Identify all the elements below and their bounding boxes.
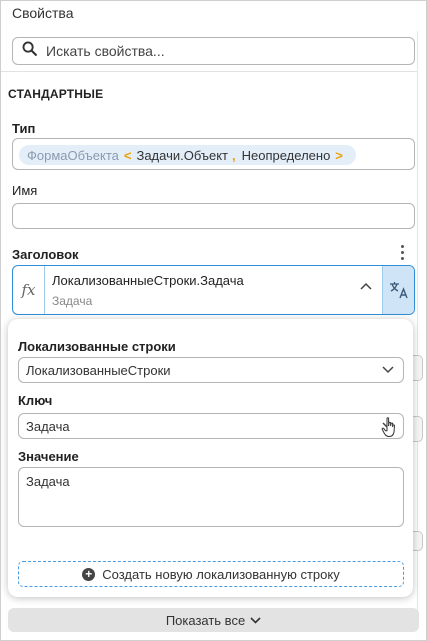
search-icon (21, 40, 38, 62)
section-title-standard: СТАНДАРТНЫЕ (8, 87, 104, 101)
name-field[interactable] (12, 203, 415, 229)
caption-expression: ЛокализованныеСтроки.Задача (52, 273, 244, 288)
caption-label: Заголовок (12, 247, 79, 262)
panel-title: Свойства (12, 5, 74, 21)
localized-strings-value: ЛокализованныеСтроки (26, 363, 171, 378)
background-field-edge (413, 531, 423, 551)
search-placeholder: Искать свойства... (46, 43, 165, 59)
key-select[interactable]: Задача (18, 413, 404, 439)
chip-bracket-open: < (123, 147, 132, 163)
localized-string-popup: Локализованные строки ЛокализованныеСтро… (8, 319, 413, 597)
key-label: Ключ (18, 393, 53, 408)
type-chip-arg1: Задачи.Объект (136, 147, 228, 163)
caption-field[interactable]: fx ЛокализованныеСтроки.Задача Задача (12, 265, 415, 315)
show-all-label: Показать все (165, 612, 246, 628)
create-button-label: Создать новую локализованную строку (102, 566, 340, 582)
show-all-button[interactable]: Показать все (8, 608, 419, 632)
translate-icon[interactable] (382, 266, 414, 314)
chevron-down-icon (382, 366, 394, 374)
hand-cursor-icon (381, 417, 395, 438)
chevron-up-icon[interactable] (360, 280, 372, 295)
chip-bracket-close: > (335, 147, 343, 163)
create-localized-string-button[interactable]: + Создать новую локализованную строку (18, 561, 404, 587)
plus-circle-icon: + (82, 567, 96, 581)
fx-icon[interactable]: fx (13, 266, 45, 314)
type-field[interactable]: ФормаОбъекта < Задачи.Объект , Неопредел… (12, 138, 415, 170)
value-textarea[interactable]: Задача (18, 467, 404, 527)
chip-comma: , (232, 147, 236, 163)
type-label: Тип (12, 121, 36, 136)
type-chip[interactable]: ФормаОбъекта < Задачи.Объект , Неопредел… (19, 145, 356, 165)
divider (1, 71, 417, 72)
search-input[interactable]: Искать свойства... (12, 37, 415, 65)
localized-strings-select[interactable]: ЛокализованныеСтроки (18, 357, 404, 383)
caption-preview: Задача (52, 294, 93, 308)
chevron-down-icon (250, 617, 261, 624)
properties-panel: Свойства Искать свойства... СТАНДАРТНЫЕ … (0, 0, 427, 641)
scrollbar-track (417, 31, 418, 611)
background-field-edge (413, 355, 423, 381)
type-chip-arg2: Неопределено (241, 147, 331, 163)
type-chip-base: ФормаОбъекта (27, 147, 119, 163)
background-field-edge (413, 416, 423, 442)
localized-strings-label: Локализованные строки (18, 339, 176, 354)
value-label: Значение (18, 449, 79, 464)
name-label: Имя (12, 183, 38, 198)
key-value: Задача (26, 419, 70, 434)
caption-expression-area[interactable]: ЛокализованныеСтроки.Задача Задача (45, 266, 382, 314)
kebab-menu-icon[interactable] (399, 245, 405, 261)
